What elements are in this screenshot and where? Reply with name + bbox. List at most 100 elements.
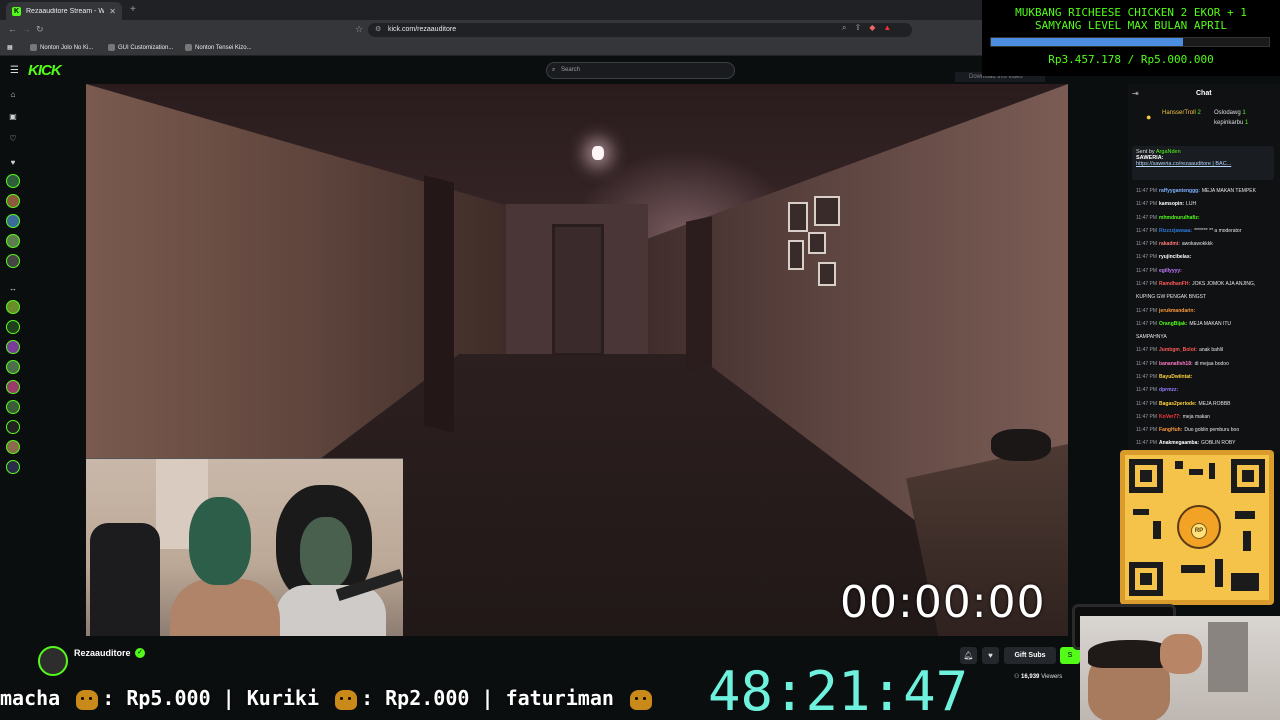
collapse-chat-icon[interactable]: ⇥ <box>1132 89 1139 98</box>
leaderboard-entry[interactable]: HansserTroll 2 <box>1162 110 1201 116</box>
kick-logo[interactable]: KICK <box>28 62 62 79</box>
qr-module <box>1209 463 1215 479</box>
menu-icon[interactable]: ☰ <box>10 65 19 76</box>
pinned-message[interactable]: Sent by ArgaNden SAWERIA: https://saweri… <box>1132 146 1274 180</box>
chat-message[interactable]: 11:47 PM RamdhanFH: JOKS JOMOK AJA ANJING, <box>1136 281 1276 288</box>
goal-title: MUKBANG RICHEESE CHICKEN 2 EKOR + 1 SAMY… <box>1015 6 1247 32</box>
pinned-link[interactable]: https://saweria.co/rezaauditore | BAC... <box>1136 161 1270 167</box>
close-tab-icon[interactable]: ✕ <box>109 7 116 16</box>
chat-message[interactable]: 11:47 PM Bagas2periode: MEJA ROBBB <box>1136 401 1276 408</box>
chat-username[interactable]: rakadmi: <box>1159 241 1180 247</box>
channel-avatar[interactable] <box>6 380 20 394</box>
chat-username[interactable]: mhmdnurulhafiz: <box>1159 215 1200 221</box>
reload-icon[interactable]: ↻ <box>36 24 44 35</box>
browse-icon[interactable]: ▣ <box>8 112 18 122</box>
channel-avatar[interactable] <box>6 460 20 474</box>
tab-title: Rezaauditore Stream - Watch <box>26 7 105 15</box>
address-bar-icons: ⌕ ⇪ ◆ ▲ <box>842 23 891 33</box>
home-icon[interactable]: ⌂ <box>8 90 18 100</box>
channel-avatar[interactable] <box>6 340 20 354</box>
channel-avatar[interactable] <box>6 420 20 434</box>
gift-subs-button[interactable]: Gift Subs <box>1004 647 1056 664</box>
share-icon[interactable]: ⇪ <box>854 23 861 33</box>
bookmark-item[interactable]: Nonton Jolo No Ki... <box>30 44 93 51</box>
chat-message[interactable]: 11:47 PM FangHuh: Duo goblin pemburu boo <box>1136 427 1276 434</box>
url-field[interactable]: ⚙ kick.com/rezaauditore <box>368 23 912 37</box>
chat-username[interactable]: ryujincibelas: <box>1159 254 1191 260</box>
game-picture-frame <box>788 240 804 270</box>
channel-avatar[interactable] <box>6 194 20 208</box>
chat-username[interactable]: FangHuh: <box>1159 427 1182 433</box>
chat-text: ******* ** a moderator <box>1194 227 1242 234</box>
chat-message[interactable]: 11:47 PM ryujincibelas: <box>1136 254 1276 261</box>
leaderboard-entry[interactable]: kepinkarbu 1 <box>1214 120 1248 126</box>
chat-username[interactable]: egillyyyy: <box>1159 268 1182 274</box>
leaderboard-entry[interactable]: Oslodawg 1 <box>1214 110 1246 116</box>
chat-username[interactable]: Anakmegaamba: <box>1159 440 1199 446</box>
webcam-chair <box>90 523 160 636</box>
chat-message[interactable]: KUPING GW PENGAK BNGST <box>1136 294 1276 301</box>
chat-message[interactable]: 11:47 PM raffyygantenggg: MEJA MAKAN TEMPE… <box>1136 188 1276 195</box>
chat-message[interactable]: SAMPAHNYA <box>1136 334 1276 341</box>
chat-message[interactable]: 11:47 PM Anakmegaamba: GOBLIN ROBY <box>1136 440 1276 447</box>
chat-message[interactable]: 11:47 PM Rizzzzjawaaa: ******* ** a modera… <box>1136 228 1276 235</box>
following-icon[interactable]: ♡ <box>8 134 18 144</box>
chat-message[interactable]: 11:47 PM BayuDwiintat: <box>1136 374 1276 381</box>
game-door-right <box>686 216 712 372</box>
apps-grid-icon[interactable]: ▦ <box>7 44 13 51</box>
qr-finder-pattern <box>1231 459 1265 493</box>
chat-message[interactable]: 11:47 PM Jumbgm_Bolot: anak bahlil <box>1136 347 1276 354</box>
chat-message[interactable]: 11:47 PM mhmdnurulhafiz: <box>1136 215 1276 222</box>
follow-heart-button[interactable]: ♥ <box>982 647 999 664</box>
channel-avatar[interactable] <box>6 254 20 268</box>
channel-avatar[interactable] <box>6 320 20 334</box>
channel-avatar[interactable] <box>6 360 20 374</box>
chat-username[interactable]: OrangBijak: <box>1159 321 1187 327</box>
chat-message[interactable]: 11:47 PM egillyyyy: <box>1136 268 1276 275</box>
webcam-person-face <box>300 517 352 589</box>
site-info-icon[interactable]: ⚙ <box>375 23 381 37</box>
chat-username[interactable]: KoVer77: <box>1159 414 1181 420</box>
bookmark-item[interactable]: GUI Customization... <box>108 44 173 51</box>
chat-text: KUPING GW PENGAK BNGST <box>1136 294 1207 301</box>
bookmark-item[interactable]: Nonton Tensei Kizo... <box>185 44 252 51</box>
chat-message[interactable]: 11:47 PM OrangBijak: MEJA MAKAN ITU <box>1136 321 1276 328</box>
bookmark-favicon-icon <box>108 44 115 51</box>
chat-message[interactable]: 11:47 PM KoVer77: meja makan <box>1136 414 1276 421</box>
chat-message[interactable]: 11:47 PM jerukmandarin: <box>1136 308 1276 315</box>
channel-avatar[interactable] <box>6 440 20 454</box>
chat-username[interactable]: Jumbgm_Bolot: <box>1159 347 1197 353</box>
chat-username[interactable]: jerukmandarin: <box>1159 308 1195 314</box>
chat-username[interactable]: BayuDwiintat: <box>1159 374 1192 380</box>
channel-avatar[interactable] <box>6 214 20 228</box>
chat-message[interactable]: 11:47 PM rakadmi: awokawokkkk <box>1136 241 1276 248</box>
bookmark-star-icon[interactable]: ☆ <box>355 24 363 35</box>
chat-timestamp: 11:47 PM <box>1136 320 1158 327</box>
channel-avatar[interactable] <box>6 300 20 314</box>
streamer-name[interactable]: Rezaauditore <box>74 648 131 658</box>
new-tab-icon[interactable]: + <box>130 4 136 15</box>
chat-message[interactable]: 11:47 PM kamsopin: LUH <box>1136 201 1276 208</box>
streamer-avatar[interactable] <box>38 646 68 676</box>
back-icon[interactable]: ← <box>8 24 17 34</box>
chat-username[interactable]: Bagas2periode: <box>1159 401 1197 407</box>
channel-avatar[interactable] <box>6 234 20 248</box>
channel-avatar[interactable] <box>6 400 20 414</box>
chat-message[interactable]: 11:47 PM bananafish18: di mejaa bodoo <box>1136 361 1276 368</box>
extension-alert-icon[interactable]: ▲ <box>883 23 891 33</box>
chat-username[interactable]: Rizzzzjawaaa: <box>1159 228 1192 234</box>
extensions-icon[interactable]: ◆ <box>869 23 875 33</box>
leaderboard-crown-icon: ● <box>1146 112 1152 122</box>
chat-username[interactable]: RamdhanFH: <box>1159 281 1190 287</box>
zoom-icon[interactable]: ⌕ <box>842 23 846 33</box>
chat-username[interactable]: dprmzz: <box>1159 387 1178 393</box>
chat-message[interactable]: 11:47 PM dprmzz: <box>1136 387 1276 394</box>
browser-tab[interactable]: K Rezaauditore Stream - Watch ✕ <box>6 2 122 20</box>
channel-avatar[interactable] <box>6 174 20 188</box>
chat-username[interactable]: raffyygantenggg: <box>1159 188 1200 194</box>
search-input[interactable]: ⌕ Search <box>546 62 735 79</box>
chat-username[interactable]: kamsopin: <box>1159 201 1184 207</box>
forward-icon[interactable]: → <box>22 24 31 34</box>
game-door-end <box>552 224 604 356</box>
chat-username[interactable]: bananafish18: <box>1159 361 1193 367</box>
